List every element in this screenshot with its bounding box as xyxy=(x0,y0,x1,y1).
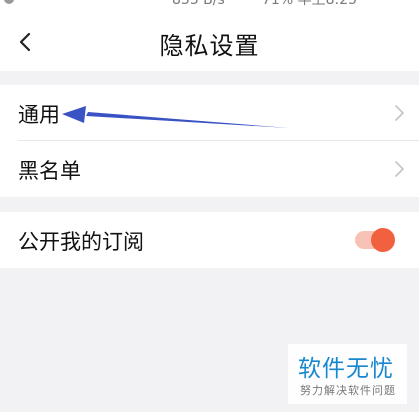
chevron-right-icon xyxy=(395,161,404,177)
watermark-title: 软件无忧 xyxy=(298,356,394,382)
toggle-knob xyxy=(371,228,395,252)
settings-group-general: 通用 黑名单 xyxy=(0,85,419,197)
status-bar: 835 B/s 71% 早上8:25 xyxy=(0,0,419,14)
setting-row-blacklist[interactable]: 黑名单 xyxy=(0,141,419,197)
watermark-logo: 软件无忧 努力解决软件问题 xyxy=(288,344,407,404)
network-speed: 835 B/s xyxy=(172,0,225,8)
setting-label-general: 通用 xyxy=(18,103,60,127)
setting-row-public-subscription: 公开我的订阅 xyxy=(0,212,419,268)
setting-label-public-subscription: 公开我的订阅 xyxy=(18,230,144,254)
page-title: 隐私设置 xyxy=(159,32,260,60)
chevron-right-icon xyxy=(395,105,404,121)
settings-group-subscription: 公开我的订阅 xyxy=(0,212,419,268)
setting-label-blacklist: 黑名单 xyxy=(18,159,81,183)
nav-bar: 隐私设置 xyxy=(0,14,419,71)
battery-time: 71% 早上8:25 xyxy=(262,0,358,8)
notification-icon xyxy=(4,0,14,4)
public-subscription-toggle[interactable] xyxy=(355,228,395,252)
setting-row-general[interactable]: 通用 xyxy=(0,85,419,141)
watermark-subtitle: 努力解决软件问题 xyxy=(300,384,396,397)
